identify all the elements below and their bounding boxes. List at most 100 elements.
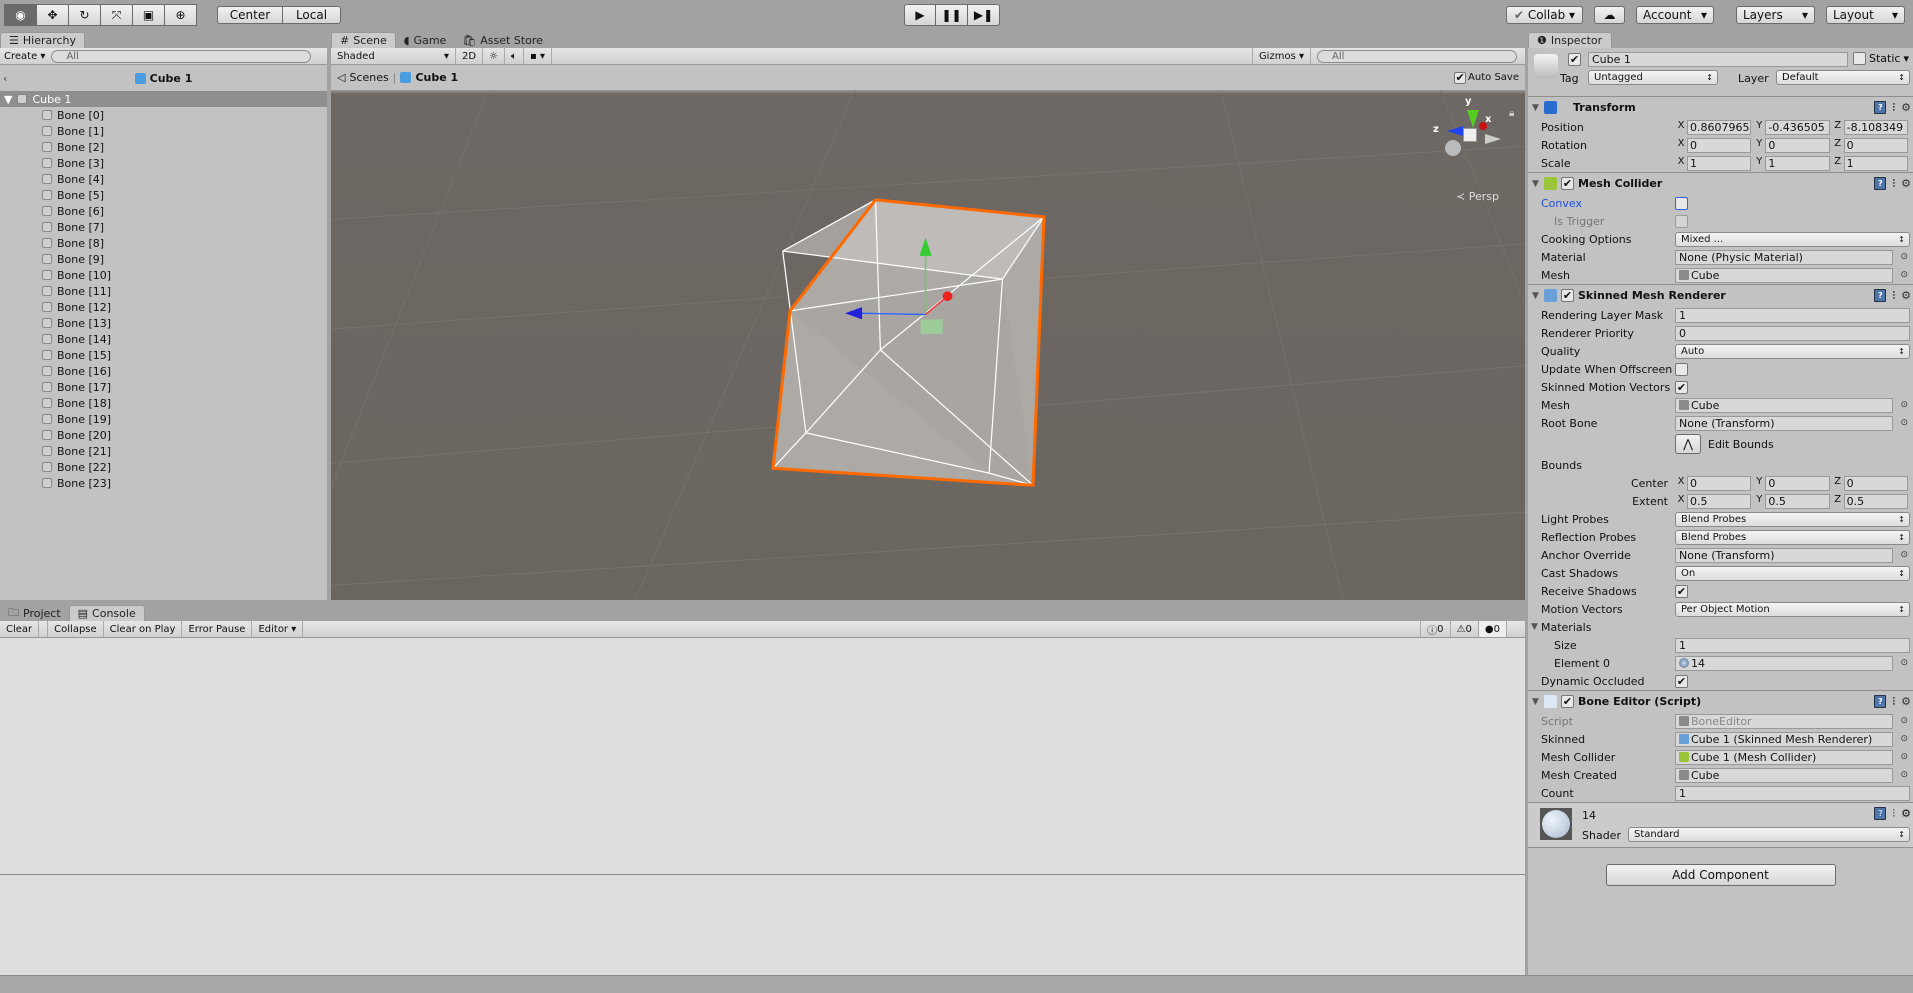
hierarchy-item[interactable]: Bone [20] <box>0 427 327 443</box>
cube-mesh[interactable] <box>771 198 1046 487</box>
layers-dropdown[interactable]: Layers ▾ <box>1736 6 1815 24</box>
gear-icon[interactable]: ⚙ <box>1901 289 1911 303</box>
collab-button[interactable]: ✔ Collab ▾ <box>1506 6 1583 24</box>
hierarchy-item[interactable]: Bone [8] <box>0 235 327 251</box>
presets-icon[interactable]: ⫶ <box>1892 807 1895 821</box>
gear-icon[interactable]: ⚙ <box>1901 695 1911 709</box>
scene-search-input[interactable]: All <box>1317 49 1517 63</box>
gear-icon[interactable]: ⚙ <box>1901 101 1911 115</box>
projection-toggle[interactable]: ≺ Persp <box>1456 190 1499 203</box>
hierarchy-item[interactable]: Bone [17] <box>0 379 327 395</box>
tab-inspector[interactable]: ❶ Inspector <box>1528 32 1612 48</box>
foldout-arrow-icon[interactable]: ▼ <box>1531 622 1538 632</box>
edit-bounds-button[interactable]: ⋀ <box>1675 434 1701 454</box>
root-bone-object-field[interactable]: None (Transform) <box>1675 415 1893 431</box>
console-log-area[interactable] <box>0 638 1525 875</box>
hierarchy-item[interactable]: Bone [15] <box>0 347 327 363</box>
2d-toggle[interactable]: 2D <box>456 48 484 64</box>
cloud-button[interactable]: ☁ <box>1594 6 1625 24</box>
hierarchy-item[interactable]: Bone [12] <box>0 299 327 315</box>
hierarchy-item[interactable]: Bone [22] <box>0 459 327 475</box>
foldout-arrow-icon[interactable]: ▼ <box>1532 291 1539 301</box>
z-input[interactable]: 0.5 <box>1843 493 1908 509</box>
foldout-arrow-icon[interactable]: ▼ <box>1532 179 1539 189</box>
hierarchy-item[interactable]: Bone [19] <box>0 411 327 427</box>
x-input[interactable]: 0 <box>1687 475 1752 491</box>
object-picker-icon[interactable]: ⊙ <box>1900 270 1908 280</box>
play-button[interactable]: ▶ <box>904 4 936 26</box>
layer-dropdown[interactable]: Default <box>1776 70 1910 85</box>
component-header-transform[interactable]: ▼ Transform? ⫶ ⚙ <box>1528 96 1913 118</box>
foldout-arrow-icon[interactable]: ▼ <box>1532 697 1539 707</box>
object-link[interactable]: Cube 1 <box>415 71 458 84</box>
pause-button[interactable]: ❚❚ <box>936 4 968 26</box>
step-button[interactable]: ▶❚ <box>968 4 1000 26</box>
hierarchy-item[interactable]: Bone [13] <box>0 315 327 331</box>
object-picker-icon[interactable]: ⊙ <box>1900 734 1908 744</box>
hierarchy-item[interactable]: Bone [2] <box>0 139 327 155</box>
quality-dropdown[interactable]: Auto <box>1675 343 1910 359</box>
error-filter-toggle[interactable]: ● 0 <box>1478 621 1507 637</box>
rect-tool-button[interactable]: ▣ <box>132 4 164 26</box>
object-picker-icon[interactable]: ⊙ <box>1900 418 1908 428</box>
hierarchy-item[interactable]: Bone [3] <box>0 155 327 171</box>
z-input[interactable]: 0 <box>1843 137 1908 153</box>
error-pause-button[interactable]: Error Pause <box>182 621 253 637</box>
y-axis-cone[interactable] <box>1467 110 1479 128</box>
scale-tool-button[interactable]: ⤧ <box>100 4 132 26</box>
x-input[interactable]: 0.8607965 <box>1687 119 1752 135</box>
active-checkbox[interactable] <box>1568 53 1581 66</box>
hierarchy-item[interactable]: Bone [9] <box>0 251 327 267</box>
tab-asset-store[interactable]: 🛍︎ Asset Store <box>454 32 551 48</box>
effects-dropdown[interactable]: ▪ ▾ <box>524 48 553 64</box>
y-input[interactable]: 1 <box>1765 155 1830 171</box>
transform-tool-button[interactable]: ⊕ <box>164 4 196 26</box>
hierarchy-item[interactable]: Bone [23] <box>0 475 327 491</box>
material-preview[interactable] <box>1540 808 1572 840</box>
add-component-button[interactable]: Add Component <box>1605 864 1836 886</box>
z-axis-cone[interactable] <box>1447 126 1463 136</box>
hierarchy-item[interactable]: Bone [6] <box>0 203 327 219</box>
cooking-options-dropdown[interactable]: Mixed ... <box>1675 231 1910 247</box>
convex-checkbox[interactable] <box>1675 196 1688 210</box>
help-icon[interactable]: ? <box>1874 176 1887 190</box>
component-enabled-checkbox[interactable]: ✔ <box>1561 177 1574 190</box>
scenes-link[interactable]: Scenes <box>349 71 388 84</box>
mesh-created-object-field[interactable]: Cube <box>1675 767 1893 783</box>
hierarchy-item[interactable]: Bone [10] <box>0 267 327 283</box>
tab-console[interactable]: ▤ Console <box>68 605 145 621</box>
object-picker-icon[interactable]: ⊙ <box>1900 716 1908 726</box>
editor-dropdown[interactable]: Editor ▾ <box>252 621 304 637</box>
object-picker-icon[interactable]: ⊙ <box>1900 752 1908 762</box>
hierarchy-item[interactable]: Bone [1] <box>0 123 327 139</box>
count-input[interactable]: 1 <box>1675 785 1910 801</box>
info-filter-toggle[interactable]: ⓘ 0 <box>1420 621 1451 637</box>
pivot-center-button[interactable]: Center <box>217 6 283 24</box>
hierarchy-item[interactable]: Bone [4] <box>0 171 327 187</box>
hierarchy-root-item[interactable]: ▼ Cube 1 <box>0 91 327 107</box>
clear-on-play-button[interactable]: Clear on Play <box>104 621 183 637</box>
warning-filter-toggle[interactable]: ⚠ 0 <box>1451 621 1479 637</box>
help-icon[interactable]: ? <box>1874 100 1887 114</box>
create-dropdown[interactable]: Create ▾ <box>4 51 45 62</box>
update-when-offscreen-checkbox[interactable] <box>1675 362 1688 376</box>
auto-save-checkbox[interactable] <box>1454 71 1467 84</box>
renderer-priority-input[interactable]: 0 <box>1675 325 1910 341</box>
presets-icon[interactable]: ⫶ <box>1892 177 1895 191</box>
gizmos-dropdown[interactable]: Gizmos ▾ <box>1251 48 1311 64</box>
lock-icon[interactable]: 🔒︎ <box>1509 108 1514 119</box>
hierarchy-item[interactable]: Bone [14] <box>0 331 327 347</box>
tab-project[interactable]: 🗀 Project <box>0 605 69 621</box>
y-input[interactable]: 0 <box>1765 475 1830 491</box>
hierarchy-item[interactable]: Bone [7] <box>0 219 327 235</box>
gear-icon[interactable]: ⚙ <box>1901 807 1911 821</box>
mesh-collider-object-field[interactable]: Cube 1 (Mesh Collider) <box>1675 749 1893 765</box>
mesh-object-field[interactable]: Cube <box>1675 267 1893 283</box>
motion-vectors-dropdown[interactable]: Per Object Motion <box>1675 601 1910 617</box>
help-icon[interactable]: ? <box>1874 694 1887 708</box>
static-checkbox[interactable] <box>1853 52 1867 65</box>
component-enabled-checkbox[interactable]: ✔ <box>1561 695 1574 708</box>
shader-dropdown[interactable]: Standard <box>1628 827 1910 842</box>
skinned-object-field[interactable]: Cube 1 (Skinned Mesh Renderer) <box>1675 731 1893 747</box>
center-cube[interactable] <box>1463 128 1477 142</box>
